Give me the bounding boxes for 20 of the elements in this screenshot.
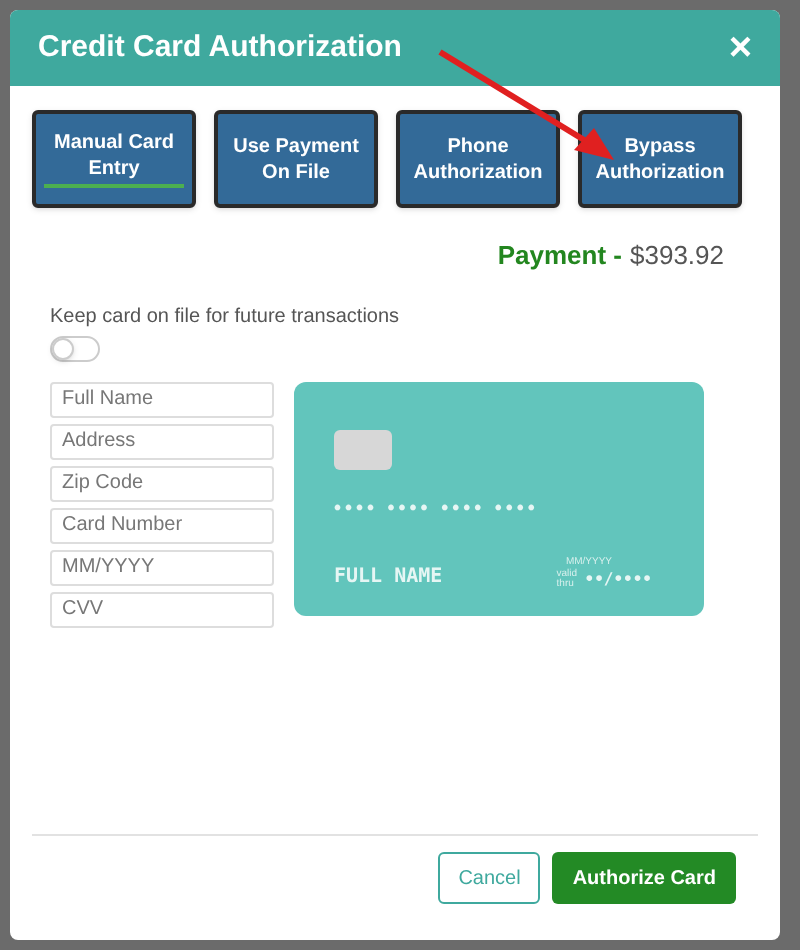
option-tab[interactable]: Phone Authorization xyxy=(396,110,560,208)
option-tab[interactable]: Bypass Authorization xyxy=(578,110,742,208)
card-input[interactable]: Address xyxy=(50,423,274,459)
card-expiry: ••/•••• xyxy=(584,567,652,591)
authorize-button[interactable]: Authorize Card xyxy=(552,852,736,904)
dialog-title: Credit Card Authorization xyxy=(38,27,402,68)
option-tab[interactable]: Manual Card Entry xyxy=(32,110,196,208)
payment-amount: $393.92 xyxy=(630,238,724,274)
card-input[interactable]: Zip Code xyxy=(50,465,274,501)
card-input[interactable]: CVV xyxy=(50,591,274,627)
option-tab[interactable]: Use Payment On File xyxy=(214,110,378,208)
card-name: FULL NAME xyxy=(334,563,443,591)
card-input[interactable]: Card Number xyxy=(50,507,274,543)
keep-card-toggle[interactable] xyxy=(50,335,100,361)
card-input[interactable]: MM/YYYY xyxy=(50,549,274,585)
payment-label: Payment - xyxy=(497,238,622,274)
keep-card-label: Keep card on file for future transactions xyxy=(50,303,402,331)
chip-icon xyxy=(334,429,392,469)
card-number: •••• •••• •••• •••• xyxy=(334,495,541,523)
card-input[interactable]: Full Name xyxy=(50,381,274,417)
